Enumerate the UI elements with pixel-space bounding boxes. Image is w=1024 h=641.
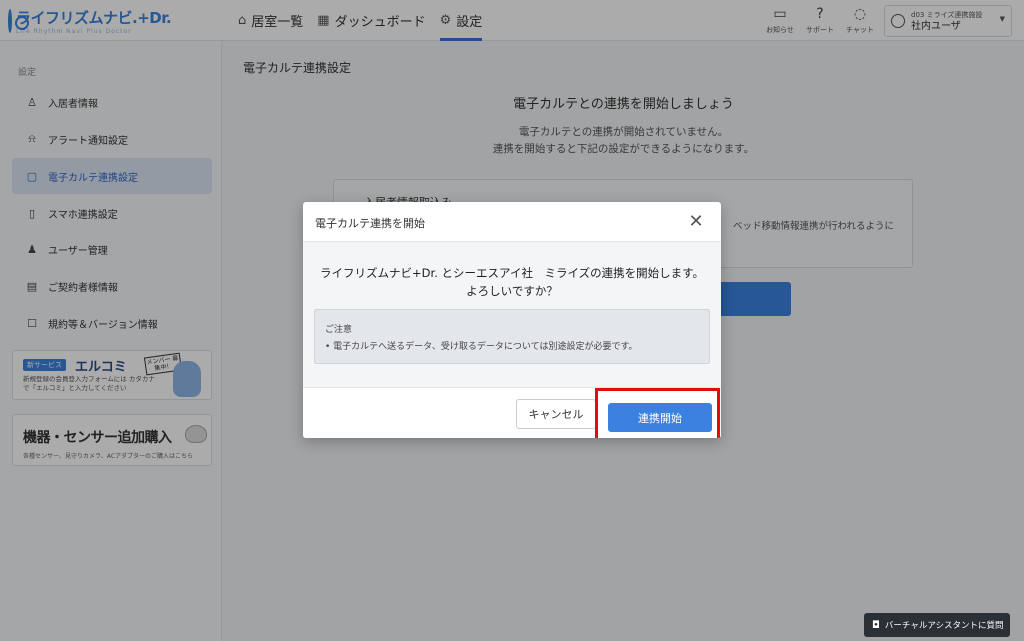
robot-icon: ◘ (872, 619, 880, 631)
dialog-header: 電子カルテ連携を開始 ✕ (303, 202, 721, 242)
dialog-message: ライフリズムナビ+Dr. とシーエスアイ社 ミライズの連携を開始します。 よろし… (303, 264, 721, 300)
virtual-assistant-button[interactable]: ◘ バーチャルアシスタントに質問 (864, 613, 1010, 637)
assistant-label: バーチャルアシスタントに質問 (884, 621, 1004, 631)
dialog-footer: キャンセル 連携開始 (303, 387, 721, 438)
dialog-message-line1: ライフリズムナビ+Dr. とシーエスアイ社 ミライズの連携を開始します。 (320, 266, 704, 280)
highlight-frame: 連携開始 (595, 388, 720, 438)
start-integration-button[interactable]: 連携開始 (608, 403, 712, 432)
notice-item: • 電子カルテへ送るデータ、受け取るデータについては別途設定が必要です。 (325, 342, 638, 352)
notice-box: ご注意 • 電子カルテへ送るデータ、受け取るデータについては別途設定が必要です。 (314, 309, 710, 364)
dialog-message-line2: よろしいですか？ (466, 284, 558, 298)
cancel-button[interactable]: キャンセル (516, 399, 596, 429)
notice-title: ご注意 (325, 325, 353, 335)
dialog-body: ライフリズムナビ+Dr. とシーエスアイ社 ミライズの連携を開始します。 よろし… (303, 242, 721, 387)
confirm-dialog: 電子カルテ連携を開始 ✕ ライフリズムナビ+Dr. とシーエスアイ社 ミライズの… (303, 202, 721, 438)
close-icon[interactable]: ✕ (683, 210, 709, 234)
dialog-title: 電子カルテ連携を開始 (315, 217, 425, 230)
